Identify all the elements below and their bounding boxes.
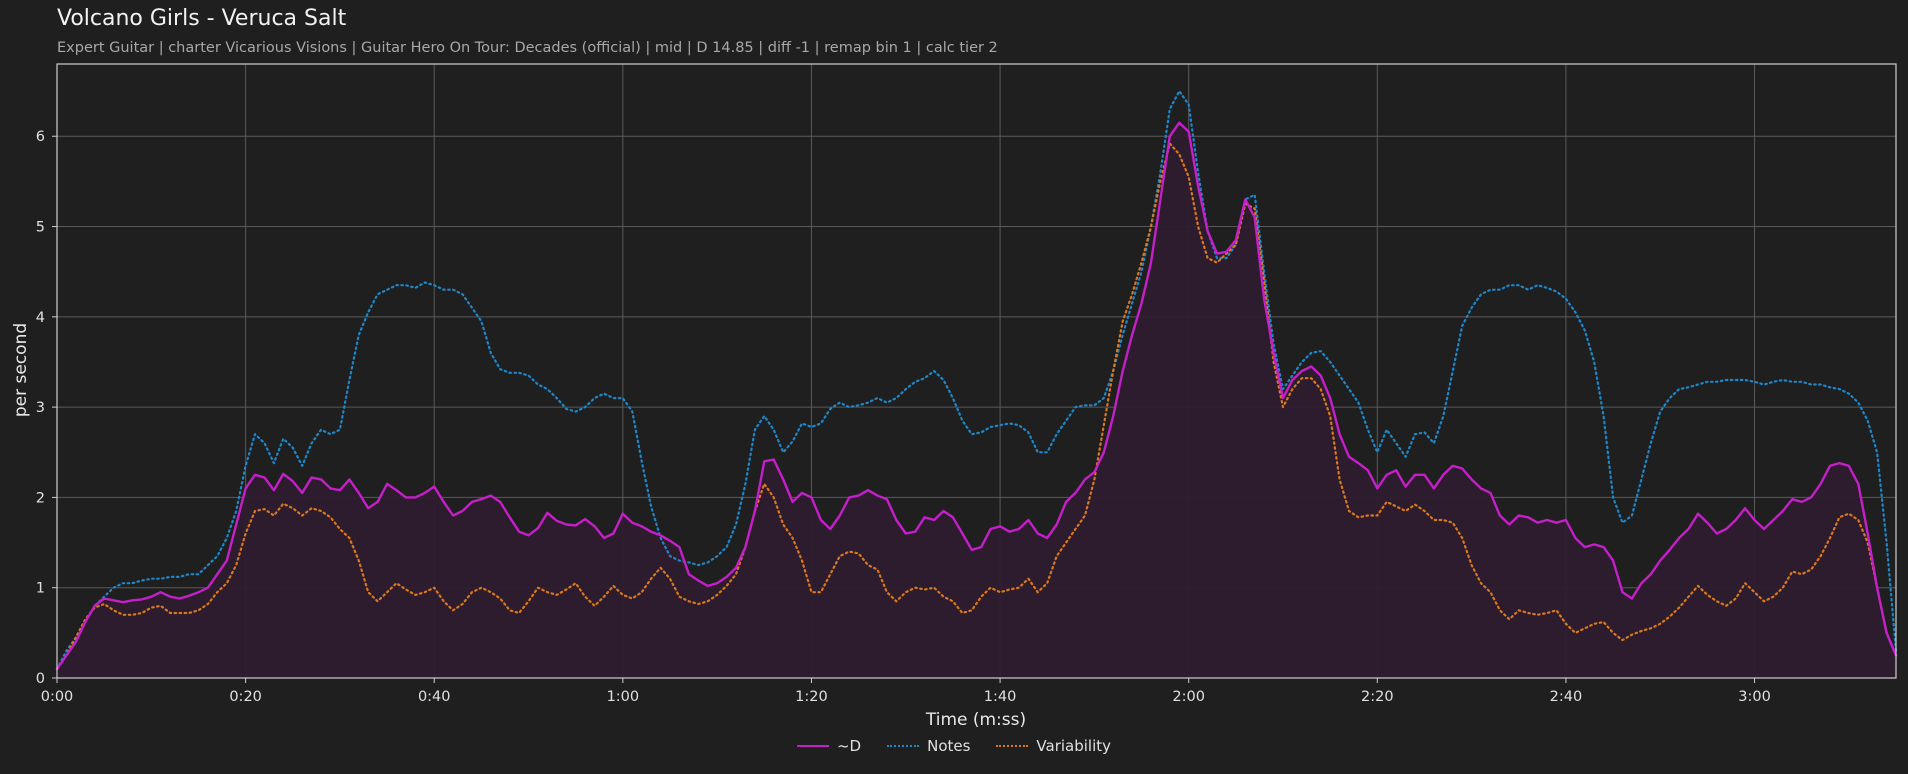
x-tick-label: 0:00 <box>41 689 74 705</box>
legend-item-notes: Notes <box>887 737 970 755</box>
y-tick-label: 2 <box>36 490 45 506</box>
legend-swatch-variability <box>996 745 1029 747</box>
x-tick-label: 3:00 <box>1738 689 1771 705</box>
y-tick-label: 1 <box>36 581 45 597</box>
y-tick-label: 6 <box>36 129 45 145</box>
legend-item-d: ~D <box>796 737 862 755</box>
y-tick-label: 0 <box>36 671 45 687</box>
x-tick-label: 1:20 <box>795 689 828 705</box>
x-tick-label: 1:00 <box>607 689 640 705</box>
y-axis-label: per second <box>11 323 31 417</box>
y-tick-label: 5 <box>36 220 45 236</box>
legend-label-d: ~D <box>836 737 862 755</box>
y-tick-label: 4 <box>36 310 45 326</box>
x-axis-label: Time (m:ss) <box>925 710 1026 730</box>
x-tick-label: 0:20 <box>229 689 262 705</box>
x-tick-label: 0:40 <box>418 689 451 705</box>
legend-swatch-notes <box>887 745 920 747</box>
legend: ~D Notes Variability <box>0 737 1908 755</box>
x-tick-label: 1:40 <box>984 689 1017 705</box>
x-tick-label: 2:00 <box>1172 689 1205 705</box>
chart-plot: 0:00 0:20 0:40 1:00 1:20 1:40 2:00 2:20 2:40 3:00… <box>11 63 1898 730</box>
legend-label-variability: Variability <box>1036 737 1112 755</box>
legend-swatch-d <box>796 745 829 747</box>
legend-item-variability: Variability <box>996 737 1111 755</box>
y-tick-label: 3 <box>36 400 45 416</box>
x-tick-label: 2:40 <box>1550 689 1583 705</box>
x-tick-label: 2:20 <box>1361 689 1394 705</box>
legend-label-notes: Notes <box>927 737 971 755</box>
